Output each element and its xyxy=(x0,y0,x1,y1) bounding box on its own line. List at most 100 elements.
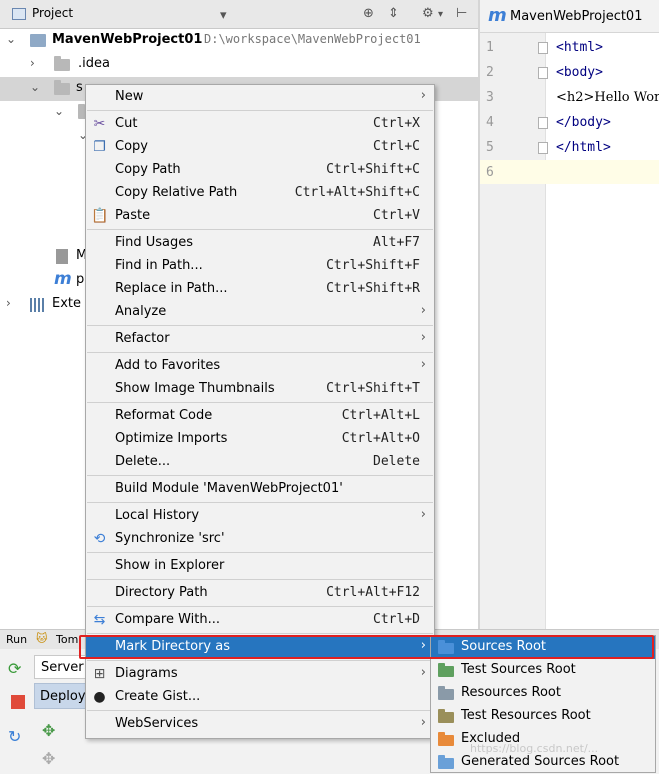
menu-label: Refactor xyxy=(115,331,170,346)
menu-item-replace-in-path[interactable]: Replace in Path... Ctrl+Shift+R xyxy=(86,278,434,301)
menu-label: Copy xyxy=(115,139,148,154)
menu-separator xyxy=(87,352,433,353)
menu-item-show-image-thumbnails[interactable]: Show Image Thumbnails Ctrl+Shift+T xyxy=(86,378,434,401)
menu-item-copy[interactable]: ❐ Copy Ctrl+C xyxy=(86,136,434,159)
menu-label: Copy Relative Path xyxy=(115,185,238,200)
editor-tab[interactable]: m MavenWebProject01 xyxy=(480,0,659,33)
stop-icon[interactable] xyxy=(11,695,25,709)
menu-item-reformat-code[interactable]: Reformat Code Ctrl+Alt+L xyxy=(86,405,434,428)
menu-label: Find in Path... xyxy=(115,258,203,273)
tree-label-idea: .idea xyxy=(78,56,110,71)
menu-label: Create Gist... xyxy=(115,689,201,704)
folder-icon xyxy=(54,56,70,71)
settings-dropdown-icon[interactable]: ▾ xyxy=(438,9,443,20)
chevron-down-icon[interactable]: ⌄ xyxy=(30,80,40,94)
menu-separator xyxy=(87,325,433,326)
fold-marker-icon[interactable] xyxy=(538,67,548,79)
deploy-arrows-icon[interactable]: ✥ xyxy=(42,721,55,740)
menu-item-diagrams[interactable]: ⊞ Diagrams › xyxy=(86,663,434,686)
menu-item-webservices[interactable]: WebServices › xyxy=(86,713,434,736)
menu-item-new[interactable]: New › xyxy=(86,86,434,109)
hide-panel-icon[interactable]: ⊢ xyxy=(456,6,467,21)
chevron-right-icon[interactable]: › xyxy=(30,56,35,70)
menu-item-paste[interactable]: 📋 Paste Ctrl+V xyxy=(86,205,434,228)
menu-shortcut: Ctrl+Shift+T xyxy=(326,381,420,396)
menu-shortcut: Ctrl+Shift+C xyxy=(326,162,420,177)
resources-folder-icon xyxy=(438,686,454,700)
server-tab[interactable]: Server xyxy=(34,655,86,679)
menu-shortcut: Ctrl+Shift+R xyxy=(326,281,420,296)
menu-label: Build Module 'MavenWebProject01' xyxy=(115,481,343,496)
deploy-tab[interactable]: Deploy xyxy=(34,683,86,709)
menu-item-cut[interactable]: ✂ Cut Ctrl+X xyxy=(86,113,434,136)
menu-shortcut: Ctrl+X xyxy=(373,116,420,131)
code-line: </body> xyxy=(556,115,611,130)
collapse-all-icon[interactable]: ⇕ xyxy=(388,6,399,21)
menu-item-show-in-explorer[interactable]: Show in Explorer xyxy=(86,555,434,578)
menu-label: Compare With... xyxy=(115,612,221,627)
menu-separator xyxy=(87,660,433,661)
deploy-label: Deploy xyxy=(40,689,86,704)
update-icon[interactable]: ↻ xyxy=(8,727,28,747)
tree-row-project-root[interactable]: ⌄ MavenWebProject01 D:\workspace\MavenWe… xyxy=(0,29,478,53)
menu-shortcut: Ctrl+D xyxy=(373,612,420,627)
submenu-item-resources-root[interactable]: Resources Root xyxy=(431,682,655,705)
menu-separator xyxy=(87,606,433,607)
menu-label: Show in Explorer xyxy=(115,558,225,573)
menu-item-create-gist[interactable]: ● Create Gist... xyxy=(86,686,434,709)
menu-item-build-module[interactable]: Build Module 'MavenWebProject01' xyxy=(86,478,434,501)
run-tab[interactable]: Run xyxy=(6,633,27,646)
menu-label: Find Usages xyxy=(115,235,194,250)
menu-label: Replace in Path... xyxy=(115,281,228,296)
view-dropdown-icon[interactable]: ▾ xyxy=(220,8,227,23)
menu-separator xyxy=(87,579,433,580)
menu-item-directory-path[interactable]: Directory Path Ctrl+Alt+F12 xyxy=(86,582,434,605)
fold-marker-icon[interactable] xyxy=(538,117,548,129)
chevron-right-icon: › xyxy=(420,665,426,680)
submenu-item-test-resources-root[interactable]: Test Resources Root xyxy=(431,705,655,728)
compare-arrows-icon: ⇆ xyxy=(93,612,106,628)
rerun-icon[interactable]: ⟳ xyxy=(8,659,28,679)
menu-item-optimize-imports[interactable]: Optimize Imports Ctrl+Alt+O xyxy=(86,428,434,451)
locate-target-icon[interactable]: ⊕ xyxy=(363,6,374,21)
line-number: 2 xyxy=(486,65,494,80)
project-panel-title[interactable]: Project xyxy=(32,6,73,20)
tomcat-icon: 🐱 xyxy=(36,632,48,645)
settings-gear-icon[interactable]: ⚙ xyxy=(422,6,434,21)
menu-item-add-to-favorites[interactable]: Add to Favorites › xyxy=(86,355,434,378)
menu-item-delete[interactable]: Delete... Delete xyxy=(86,451,434,474)
chevron-right-icon[interactable]: › xyxy=(6,296,11,310)
fold-marker-icon[interactable] xyxy=(538,42,548,54)
menu-item-copy-path[interactable]: Copy Path Ctrl+Shift+C xyxy=(86,159,434,182)
menu-item-copy-relative-path[interactable]: Copy Relative Path Ctrl+Alt+Shift+C xyxy=(86,182,434,205)
chevron-down-icon[interactable]: ⌄ xyxy=(6,32,16,46)
fold-marker-icon[interactable] xyxy=(538,142,548,154)
menu-separator xyxy=(87,552,433,553)
submenu-item-test-sources-root[interactable]: Test Sources Root xyxy=(431,659,655,682)
menu-shortcut: Delete xyxy=(373,454,420,469)
tree-row-idea[interactable]: › .idea xyxy=(0,53,478,77)
menu-item-refactor[interactable]: Refactor › xyxy=(86,328,434,351)
copy-icon: ❐ xyxy=(93,139,106,155)
chevron-down-icon[interactable]: ⌄ xyxy=(54,104,64,118)
menu-shortcut: Ctrl+Alt+L xyxy=(341,408,420,423)
menu-label: Synchronize 'src' xyxy=(115,531,225,546)
highlight-annotation-box xyxy=(79,635,654,659)
menu-shortcut: Ctrl+C xyxy=(373,139,420,154)
menu-shortcut: Ctrl+Alt+Shift+C xyxy=(294,185,420,200)
tomcat-tab[interactable]: Tom xyxy=(56,633,78,646)
menu-item-local-history[interactable]: Local History › xyxy=(86,505,434,528)
menu-item-analyze[interactable]: Analyze › xyxy=(86,301,434,324)
menu-item-find-in-path[interactable]: Find in Path... Ctrl+Shift+F xyxy=(86,255,434,278)
editor-tab-label: MavenWebProject01 xyxy=(510,9,643,24)
project-path: D:\workspace\MavenWebProject01 xyxy=(204,32,421,46)
scissors-icon: ✂ xyxy=(93,116,106,132)
menu-label: Add to Favorites xyxy=(115,358,221,373)
menu-shortcut: Ctrl+V xyxy=(373,208,420,223)
undeploy-icon[interactable]: ✥ xyxy=(42,749,55,768)
menu-shortcut: Ctrl+Shift+F xyxy=(326,258,420,273)
menu-item-find-usages[interactable]: Find Usages Alt+F7 xyxy=(86,232,434,255)
tree-label-src: s xyxy=(76,80,83,95)
menu-item-synchronize[interactable]: ⟲ Synchronize 'src' xyxy=(86,528,434,551)
menu-item-compare-with[interactable]: ⇆ Compare With... Ctrl+D xyxy=(86,609,434,632)
